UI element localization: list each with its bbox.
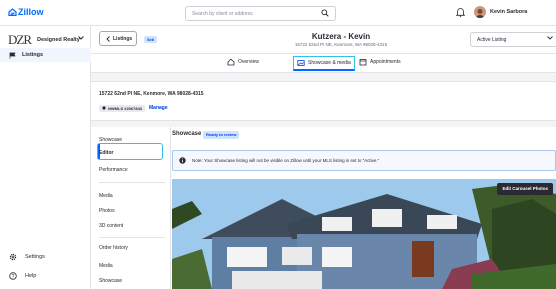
calendar-icon — [359, 59, 367, 66]
sidebar-item-help[interactable]: ? Help — [9, 272, 36, 280]
divider — [99, 237, 165, 238]
logo-text: Zillow — [18, 7, 44, 17]
zillow-logo[interactable]: Zillow — [8, 7, 44, 17]
status-value: Active Listing — [477, 37, 507, 43]
tab-label: Overview — [238, 59, 259, 65]
svg-text:?: ? — [12, 274, 15, 280]
nav-photos[interactable]: Photos — [99, 208, 115, 214]
mls-dot-icon — [102, 106, 106, 110]
tab-showcase-media[interactable]: Showcase & media — [293, 56, 355, 71]
tab-appointments[interactable]: Appointments — [359, 58, 401, 66]
chevron-down-icon — [547, 36, 553, 40]
help-label: Help — [25, 273, 37, 279]
showcase-nav: Showcase Editor Performance Media Photos… — [91, 127, 171, 289]
nav-order-media[interactable]: Media — [99, 263, 113, 269]
sidebar-item-listings[interactable]: Listings — [0, 48, 91, 62]
divider — [99, 182, 165, 183]
flag-icon — [9, 52, 16, 58]
search-icon[interactable] — [321, 9, 329, 17]
info-note: Note: Your Showcase listing will not be … — [172, 150, 556, 171]
listing-address: 15722 62nd Pl NE, Kenmore, WA 98028-4315 — [99, 91, 204, 97]
listing-header: Listings Sell Kutzera - Kevin 15722 62nd… — [91, 26, 556, 52]
listing-tabs: Overview Showcase & media Appointments — [91, 53, 556, 73]
listing-status-select[interactable]: Active Listing — [470, 32, 556, 47]
house-icon — [227, 58, 235, 66]
section-title: Showcase — [172, 131, 202, 137]
search-input[interactable]: Search by client or address — [185, 6, 336, 21]
note-text: Note: Your Showcase listing will not be … — [192, 158, 380, 163]
tab-label: Appointments — [370, 59, 401, 65]
nav-media-heading: Media — [99, 193, 113, 199]
bell-icon[interactable] — [456, 7, 465, 17]
org-switcher[interactable]: DZR Designed Realty — [8, 32, 80, 48]
sidebar: DZR Designed Realty Listings Settings ? … — [0, 26, 91, 289]
settings-label: Settings — [25, 254, 45, 260]
hero-photo[interactable]: Edit Carousel Photos — [172, 179, 556, 289]
back-label: Listings — [113, 35, 133, 42]
page-subtitle: 15722 62nd PI NE, Kenmore, WA 98028-4315 — [294, 42, 388, 47]
back-to-listings-button[interactable]: Listings — [99, 31, 137, 46]
tab-label: Showcase & media — [308, 60, 351, 66]
search-placeholder: Search by client or address — [192, 11, 253, 17]
mls-number: NWMLS #2067843 — [108, 105, 143, 111]
edit-carousel-photos-button[interactable]: Edit Carousel Photos — [497, 183, 553, 195]
sidebar-item-settings[interactable]: Settings — [9, 253, 45, 261]
nav-order-showcase[interactable]: Showcase — [99, 278, 122, 284]
nav-performance[interactable]: Performance — [99, 167, 128, 173]
zillow-logo-icon — [8, 8, 17, 16]
manage-link[interactable]: Manage — [149, 105, 168, 111]
user-name[interactable]: Kevin Sarbora — [490, 9, 527, 15]
org-logo: DZR — [8, 32, 32, 47]
nav-editor[interactable]: Editor — [99, 150, 113, 156]
top-bar: Zillow Search by client or address Kevin… — [0, 0, 556, 26]
house-photo — [172, 179, 556, 289]
sidebar-item-label: Listings — [22, 52, 44, 58]
nav-3d-content[interactable]: 3D content — [99, 223, 123, 229]
info-icon — [179, 157, 186, 164]
avatar[interactable] — [474, 6, 486, 18]
tab-overview[interactable]: Overview — [227, 58, 259, 66]
media-icon — [297, 60, 305, 66]
nav-order-history-heading: Order history — [99, 245, 128, 251]
sell-badge: Sell — [144, 36, 158, 43]
chevron-left-icon — [106, 35, 110, 42]
page-title: Kutzera - Kevin — [311, 32, 371, 41]
mls-badge: NWMLS #2067843 — [99, 104, 146, 112]
help-icon: ? — [9, 272, 17, 280]
gear-icon — [9, 253, 17, 261]
showcase-editor: Showcase Ready to review Note: Your Show… — [171, 127, 556, 289]
org-name: Designed Realty — [37, 37, 80, 43]
address-card: 15722 62nd Pl NE, Kenmore, WA 98028-4315… — [91, 81, 556, 121]
ready-badge: Ready to review — [203, 131, 240, 139]
chevron-down-icon[interactable] — [78, 36, 84, 40]
mls-row: NWMLS #2067843 Manage — [99, 104, 168, 112]
